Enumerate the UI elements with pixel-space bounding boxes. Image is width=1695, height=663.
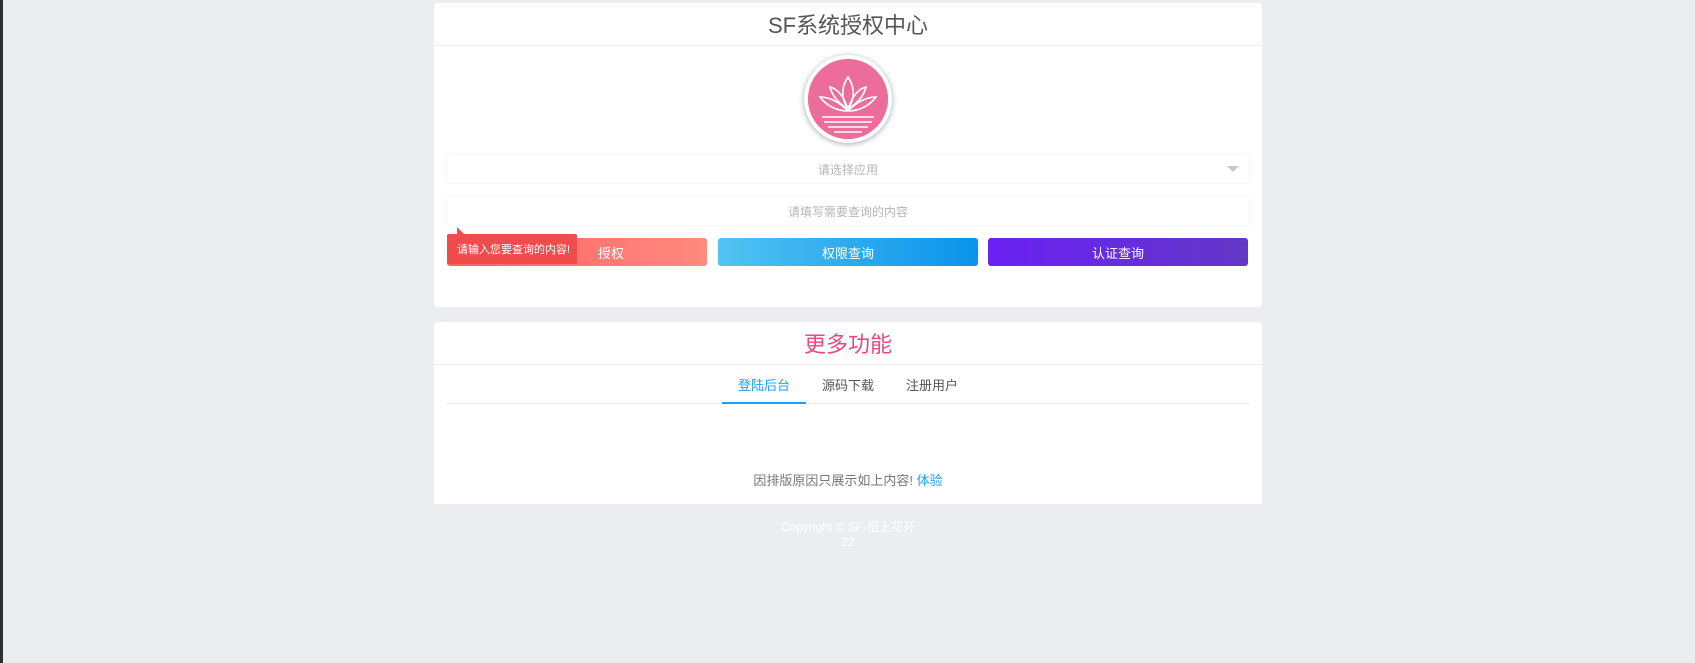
chevron-down-icon [1227, 166, 1239, 172]
validation-tooltip-text: 请输入您要查询的内容! [457, 244, 571, 256]
lotus-logo-icon [808, 59, 888, 139]
footer: Copyright © SF-稻上花开 22 [434, 520, 1262, 550]
permission-query-button[interactable]: 权限查询 [718, 238, 978, 266]
layout-note-text: 因排版原因只展示如上内容! [753, 473, 913, 488]
footer-number: 22 [841, 535, 855, 549]
more-features-title: 更多功能 [803, 332, 892, 357]
certification-query-button[interactable]: 认证查询 [988, 238, 1248, 266]
try-link[interactable]: 体验 [917, 473, 943, 488]
copyright-text: Copyright © SF-稻上花开 [780, 520, 916, 534]
validation-tooltip: 请输入您要查询的内容! [447, 227, 577, 264]
window-edge [0, 0, 3, 663]
layout-note: 因排版原因只展示如上内容! 体验 [434, 470, 1262, 489]
permission-query-button-label: 权限查询 [821, 245, 874, 261]
auth-center-card: SF系统授权中心 请选择应用 请填写需要查询的内容 授权 权限查询 认证查询 请… [434, 3, 1262, 307]
more-card-header: 更多功能 [434, 322, 1262, 365]
query-input[interactable]: 请填写需要查询的内容 [447, 197, 1249, 225]
auth-query-button-label: 授权 [597, 245, 624, 261]
tab-login-admin[interactable]: 登陆后台 [722, 372, 806, 404]
feature-tabs: 登陆后台 源码下载 注册用户 [447, 372, 1249, 404]
avatar [804, 55, 892, 143]
query-input-placeholder: 请填写需要查询的内容 [787, 204, 908, 219]
tab-source-download[interactable]: 源码下载 [806, 372, 890, 404]
more-features-card: 更多功能 登陆后台 源码下载 注册用户 因排版原因只展示如上内容! 体验 [434, 322, 1262, 504]
tab-register-user[interactable]: 注册用户 [890, 372, 974, 404]
certification-query-button-label: 认证查询 [1091, 245, 1144, 261]
auth-card-header: SF系统授权中心 [434, 3, 1262, 46]
page-title: SF系统授权中心 [767, 13, 929, 38]
app-select-placeholder: 请选择应用 [817, 162, 878, 177]
app-select[interactable]: 请选择应用 [447, 155, 1249, 183]
